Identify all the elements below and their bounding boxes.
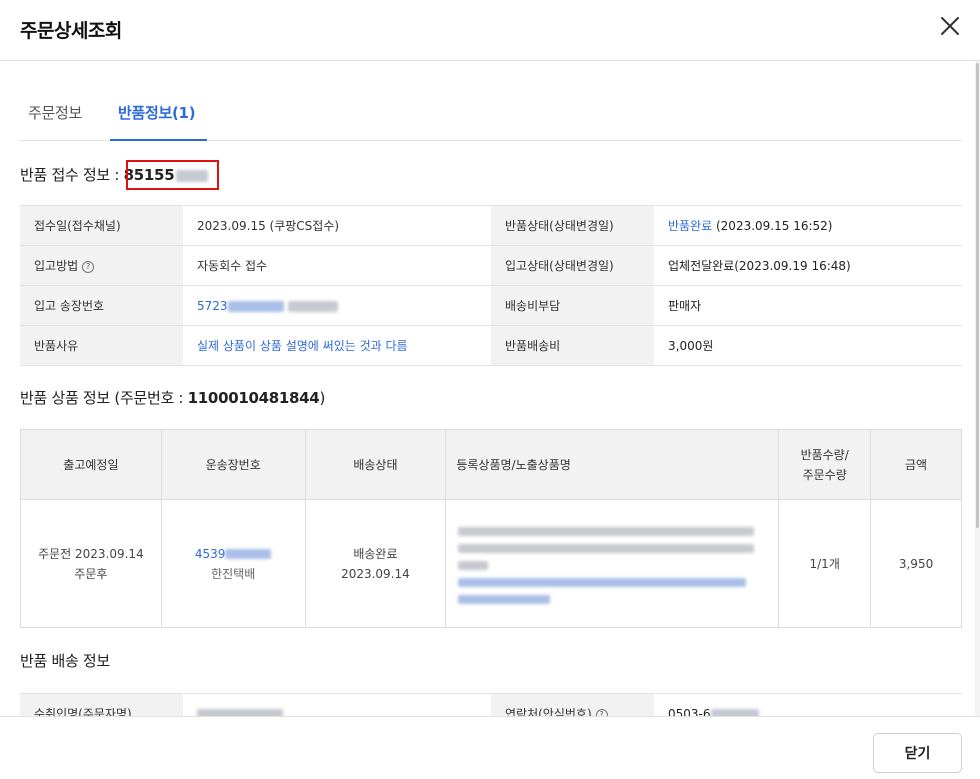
delivery-status-cell: 배송완료 2023.09.14 — [304, 499, 447, 628]
contact-label: 연락처(안심번호)? — [491, 693, 654, 716]
masked-product-line — [458, 543, 755, 553]
return-status-value: 반품완료 (2023.09.15 16:52) — [654, 205, 962, 246]
return-reason-value: 실제 상품이 상품 설명에 써있는 것과 다름 — [183, 325, 491, 366]
inbound-status-value: 업체전달완료(2023.09.19 16:48) — [654, 245, 962, 286]
masked-receiver — [197, 708, 283, 716]
modal-header: 주문상세조회 — [0, 0, 980, 61]
modal-body[interactable]: 주문정보 반품정보(1) 반품 접수 정보 : 85155 접수일(접수채널) … — [0, 61, 980, 716]
help-icon[interactable]: ? — [595, 708, 608, 716]
return-items-title: 반품 상품 정보 (주문번호 : 1100010481844) — [20, 389, 326, 407]
return-reason-label: 반품사유 — [20, 325, 183, 366]
receiver-value — [183, 693, 491, 716]
shipping-fee-payer-value: 판매자 — [654, 285, 962, 326]
quantity-cell: 1/1개 — [778, 499, 872, 628]
order-number: 1100010481844 — [187, 389, 320, 407]
modal-footer: 닫기 — [0, 716, 980, 779]
invoice-link[interactable]: 4539 — [195, 547, 226, 561]
tab-order-info[interactable]: 주문정보 — [28, 102, 82, 123]
masked-product-line — [458, 560, 489, 570]
scrollbar-thumb[interactable] — [976, 63, 979, 528]
masked-product-link[interactable] — [458, 577, 747, 587]
return-shipping-fee-label: 반품배송비 — [491, 325, 654, 366]
help-icon[interactable]: ? — [82, 260, 95, 273]
return-shipping-table: 수취인명(주문자명) 연락처(안심번호)? 0503-6 — [20, 693, 962, 716]
contact-value: 0503-6 — [654, 693, 962, 716]
return-shipping-title: 반품 배송 정보 — [20, 652, 110, 670]
table-row: 수취인명(주문자명) 연락처(안심번호)? 0503-6 — [20, 693, 962, 716]
active-tab-indicator — [110, 139, 207, 141]
table-row: 주문전 2023.09.14 주문후 4539 한진택배 배송완료 2023.09.1… — [20, 499, 962, 628]
modal-title: 주문상세조회 — [20, 20, 122, 42]
highlight-box — [126, 160, 219, 190]
table-row: 반품사유 실제 상품이 상품 설명에 써있는 것과 다름 반품배송비 3,000… — [20, 325, 962, 366]
masked-contact — [710, 708, 759, 716]
scrollbar[interactable] — [975, 61, 980, 716]
table-row: 입고방법? 자동회수 접수 입고상태(상태변경일) 업체전달완료(2023.09… — [20, 245, 962, 286]
tab-bar: 주문정보 반품정보(1) — [20, 93, 962, 141]
masked-product-line — [458, 526, 755, 536]
return-receipt-table: 접수일(접수채널) 2023.09.15 (쿠팡CS접수) 반품상태(상태변경일… — [20, 205, 962, 366]
ship-date-cell: 주문전 2023.09.14 주문후 — [20, 499, 162, 628]
col-delivery-status: 배송상태 — [304, 429, 447, 500]
return-shipping-fee-value: 3,000원 — [654, 325, 962, 366]
masked-carrier — [287, 300, 338, 312]
receiver-label: 수취인명(주문자명) — [20, 693, 183, 716]
col-amount: 금액 — [870, 429, 962, 500]
received-date-label: 접수일(접수채널) — [20, 205, 183, 246]
col-ship-date: 출고예정일 — [20, 429, 162, 500]
received-date-value: 2023.09.15 (쿠팡CS접수) — [183, 205, 491, 246]
return-items-table: 출고예정일 운송장번호 배송상태 등록상품명/노출상품명 반품수량/주문수량 금… — [20, 429, 962, 628]
invoice-cell: 4539 한진택배 — [160, 499, 306, 628]
table-row: 입고 송장번호 5723 배송비부담 판매자 — [20, 285, 962, 326]
masked-invoice — [225, 549, 272, 559]
product-name-cell — [445, 499, 780, 628]
close-icon[interactable] — [938, 14, 962, 38]
inbound-invoice-link[interactable]: 5723 — [197, 299, 228, 313]
inbound-invoice-label: 입고 송장번호 — [20, 285, 183, 326]
inbound-invoice-value: 5723 — [183, 285, 491, 326]
return-status-label: 반품상태(상태변경일) — [491, 205, 654, 246]
return-reason-link[interactable]: 실제 상품이 상품 설명에 써있는 것과 다름 — [197, 339, 408, 353]
col-quantity: 반품수량/주문수량 — [778, 429, 872, 500]
col-invoice: 운송장번호 — [160, 429, 306, 500]
col-product-name: 등록상품명/노출상품명 — [445, 429, 780, 500]
inbound-status-label: 입고상태(상태변경일) — [491, 245, 654, 286]
table-header-row: 출고예정일 운송장번호 배송상태 등록상품명/노출상품명 반품수량/주문수량 금… — [20, 429, 962, 500]
close-button[interactable]: 닫기 — [873, 733, 962, 773]
return-status-link[interactable]: 반품완료 — [668, 219, 712, 233]
masked-product-link[interactable] — [458, 594, 551, 604]
table-row: 접수일(접수채널) 2023.09.15 (쿠팡CS접수) 반품상태(상태변경일… — [20, 205, 962, 246]
shipping-fee-payer-label: 배송비부담 — [491, 285, 654, 326]
amount-cell: 3,950 — [870, 499, 962, 628]
masked-invoice — [227, 300, 284, 312]
inbound-method-label: 입고방법? — [20, 245, 183, 286]
tab-return-info[interactable]: 반품정보(1) — [118, 102, 196, 123]
inbound-method-value: 자동회수 접수 — [183, 245, 491, 286]
